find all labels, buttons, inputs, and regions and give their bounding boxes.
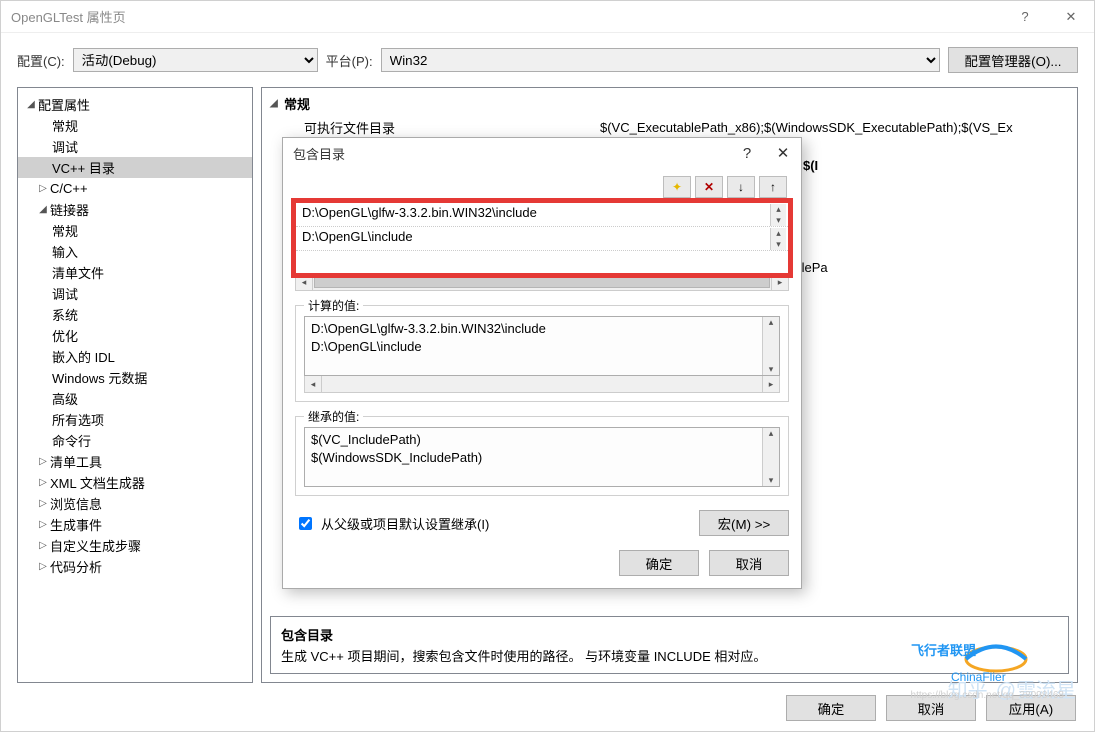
tree-item[interactable]: ▷代码分析 [18,556,252,577]
tree-item[interactable]: 高级 [18,388,252,409]
tree-item[interactable]: 清单文件 [18,262,252,283]
description-text: 生成 VC++ 项目期间，搜索包含文件时使用的路径。 与环境变量 INCLUDE… [281,646,1058,665]
config-combo[interactable]: 活动(Debug) [73,48,318,72]
scroll-left-icon[interactable]: ◂ [305,376,322,392]
expander-icon[interactable]: ▷ [36,456,50,467]
horizontal-scrollbar[interactable]: ◂ ▸ [304,376,780,393]
tree-item[interactable]: 嵌入的 IDL [18,346,252,367]
window-titlebar: OpenGLTest 属性页 ? ✕ [1,1,1094,33]
description-panel: 包含目录 生成 VC++ 项目期间，搜索包含文件时使用的路径。 与环境变量 IN… [270,616,1069,674]
description-title: 包含目录 [281,625,1058,644]
expander-icon[interactable]: ▷ [36,183,50,194]
tree-item[interactable]: 常规 [18,220,252,241]
inner-close-button[interactable]: ✕ [765,144,801,162]
inherited-values-group: 继承的值: $(VC_IncludePath) $(WindowsSDK_Inc… [295,416,789,496]
tree-item[interactable]: 优化 [18,325,252,346]
tree-item[interactable]: 系统 [18,304,252,325]
calculated-listbox[interactable]: D:\OpenGL\glfw-3.3.2.bin.WIN32\include D… [304,316,780,376]
tree-item[interactable]: 常规 [18,115,252,136]
expander-icon[interactable]: ▷ [36,477,50,488]
list-item: D:\OpenGL\glfw-3.3.2.bin.WIN32\include [311,321,773,339]
scroll-right-icon[interactable]: ▸ [771,274,788,290]
expander-icon[interactable]: ◢ [24,99,38,110]
inner-cancel-button[interactable]: 取消 [709,550,789,576]
config-label: 配置(C): [17,51,65,70]
list-item: $(VC_IncludePath) [311,432,773,450]
vertical-scrollbar[interactable]: ▴▾ [762,428,779,486]
apply-button[interactable]: 应用(A) [986,695,1076,721]
config-toolbar: 配置(C): 活动(Debug) 平台(P): Win32 配置管理器(O)..… [1,33,1094,73]
grid-value[interactable]: $(VC_ExecutablePath_x86);$(WindowsSDK_Ex… [600,120,1069,135]
platform-combo[interactable]: Win32 [381,48,940,72]
tree-item[interactable]: 输入 [18,241,252,262]
tree-item[interactable]: ▷XML 文档生成器 [18,472,252,493]
property-tree[interactable]: ◢配置属性 常规 调试 VC++ 目录 ▷C/C++ ◢链接器 常规 输入 清单… [17,87,253,683]
expander-icon[interactable]: ▷ [36,498,50,509]
expander-icon[interactable]: ▷ [36,519,50,530]
expander-icon[interactable]: ▷ [36,540,50,551]
calculated-label: 计算的值: [304,297,363,314]
expander-icon[interactable]: ◢ [36,204,50,215]
tree-item[interactable]: ▷清单工具 [18,451,252,472]
include-dirs-dialog: 包含目录 ? ✕ ✦ ✕ ↓ ↑ D:\OpenGL\glfw-3.3.2.bi… [282,137,802,589]
inherit-checkbox[interactable] [299,517,312,530]
new-line-button[interactable]: ✦ [663,176,691,198]
line-spinner[interactable]: ▴▾ [770,204,786,226]
close-button[interactable]: ✕ [1048,1,1094,33]
inner-help-button[interactable]: ? [729,145,765,162]
tree-item[interactable]: ▷生成事件 [18,514,252,535]
platform-label: 平台(P): [326,51,373,70]
dialog-buttons: 确定 取消 应用(A) [1,695,1094,721]
inherit-checkbox-label[interactable]: 从父级或项目默认设置继承(I) [295,514,489,533]
section-expander-icon[interactable]: ◢ [270,98,284,109]
tree-item[interactable]: ▷浏览信息 [18,493,252,514]
list-item: D:\OpenGL\include [311,339,773,357]
calculated-values-group: 计算的值: D:\OpenGL\glfw-3.3.2.bin.WIN32\inc… [295,305,789,402]
tree-item[interactable]: 所有选项 [18,409,252,430]
config-manager-button[interactable]: 配置管理器(O)... [948,47,1078,73]
list-item: $(WindowsSDK_IncludePath) [311,450,773,468]
tree-item[interactable]: 调试 [18,283,252,304]
tree-item-selected[interactable]: VC++ 目录 [18,157,252,178]
section-title: 常规 [284,94,310,113]
macro-button[interactable]: 宏(M) >> [699,510,789,536]
tree-item[interactable]: 调试 [18,136,252,157]
inherited-label: 继承的值: [304,408,363,425]
scroll-right-icon[interactable]: ▸ [762,376,779,392]
expander-icon[interactable]: ▷ [36,561,50,572]
window-title: OpenGLTest 属性页 [11,7,126,26]
tree-item[interactable]: ▷自定义生成步骤 [18,535,252,556]
inner-ok-button[interactable]: 确定 [619,550,699,576]
inherited-listbox[interactable]: $(VC_IncludePath) $(WindowsSDK_IncludePa… [304,427,780,487]
move-down-button[interactable]: ↓ [727,176,755,198]
tree-root[interactable]: 配置属性 [38,95,90,114]
delete-line-button[interactable]: ✕ [695,176,723,198]
tree-item[interactable]: Windows 元数据 [18,367,252,388]
tree-item[interactable]: ◢链接器 [18,199,252,220]
inner-title: 包含目录 [293,144,345,163]
vertical-scrollbar[interactable]: ▴▾ [762,317,779,375]
ok-button[interactable]: 确定 [786,695,876,721]
tree-item[interactable]: 命令行 [18,430,252,451]
move-up-button[interactable]: ↑ [759,176,787,198]
grid-key: 可执行文件目录 [270,118,600,137]
help-button[interactable]: ? [1002,1,1048,33]
cancel-button[interactable]: 取消 [886,695,976,721]
line-spinner[interactable]: ▴▾ [770,228,786,250]
horizontal-scrollbar[interactable]: ◂ ▸ [295,274,789,291]
scroll-left-icon[interactable]: ◂ [296,274,313,290]
editable-path-list[interactable]: D:\OpenGL\glfw-3.3.2.bin.WIN32\include D… [295,202,789,274]
scroll-thumb[interactable] [314,277,770,288]
path-entry[interactable]: D:\OpenGL\glfw-3.3.2.bin.WIN32\include [296,203,788,227]
path-entry[interactable]: D:\OpenGL\include [296,227,788,251]
tree-item[interactable]: ▷C/C++ [18,178,252,199]
